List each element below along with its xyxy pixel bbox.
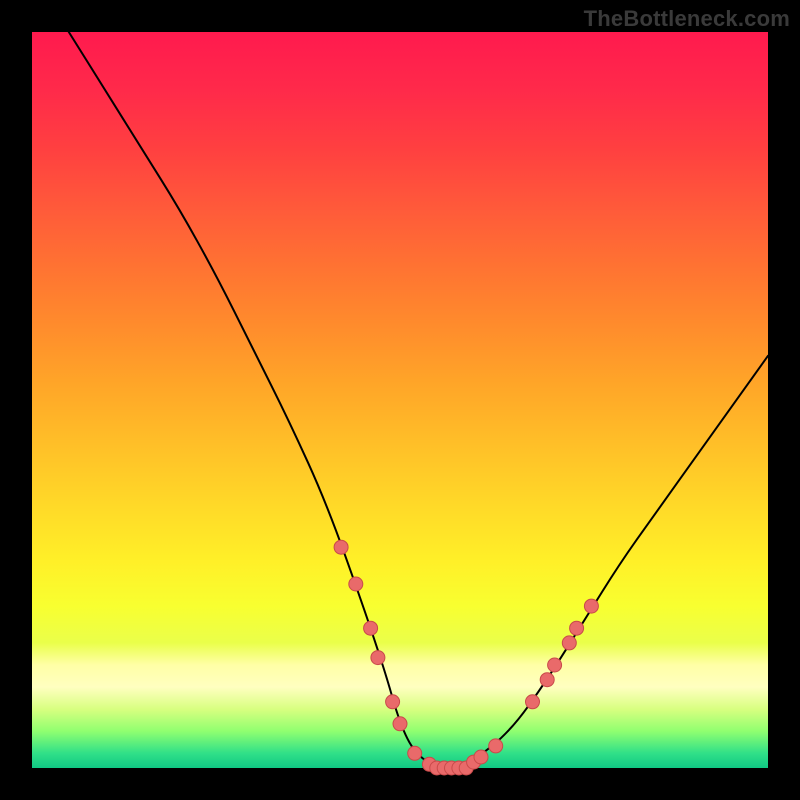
data-dot bbox=[364, 621, 378, 635]
watermark-text: TheBottleneck.com bbox=[584, 6, 790, 32]
chart-frame: TheBottleneck.com bbox=[0, 0, 800, 800]
data-dot bbox=[489, 739, 503, 753]
bottleneck-curve bbox=[32, 0, 768, 768]
data-dot bbox=[408, 746, 422, 760]
chart-svg bbox=[32, 32, 768, 768]
data-dot bbox=[371, 651, 385, 665]
data-dot bbox=[386, 695, 400, 709]
data-dot bbox=[584, 599, 598, 613]
data-dot bbox=[540, 673, 554, 687]
data-dot bbox=[393, 717, 407, 731]
data-dot bbox=[526, 695, 540, 709]
data-dot bbox=[334, 540, 348, 554]
data-dot bbox=[474, 750, 488, 764]
data-dots bbox=[334, 540, 598, 775]
data-dot bbox=[562, 636, 576, 650]
data-dot bbox=[548, 658, 562, 672]
data-dot bbox=[349, 577, 363, 591]
data-dot bbox=[570, 621, 584, 635]
